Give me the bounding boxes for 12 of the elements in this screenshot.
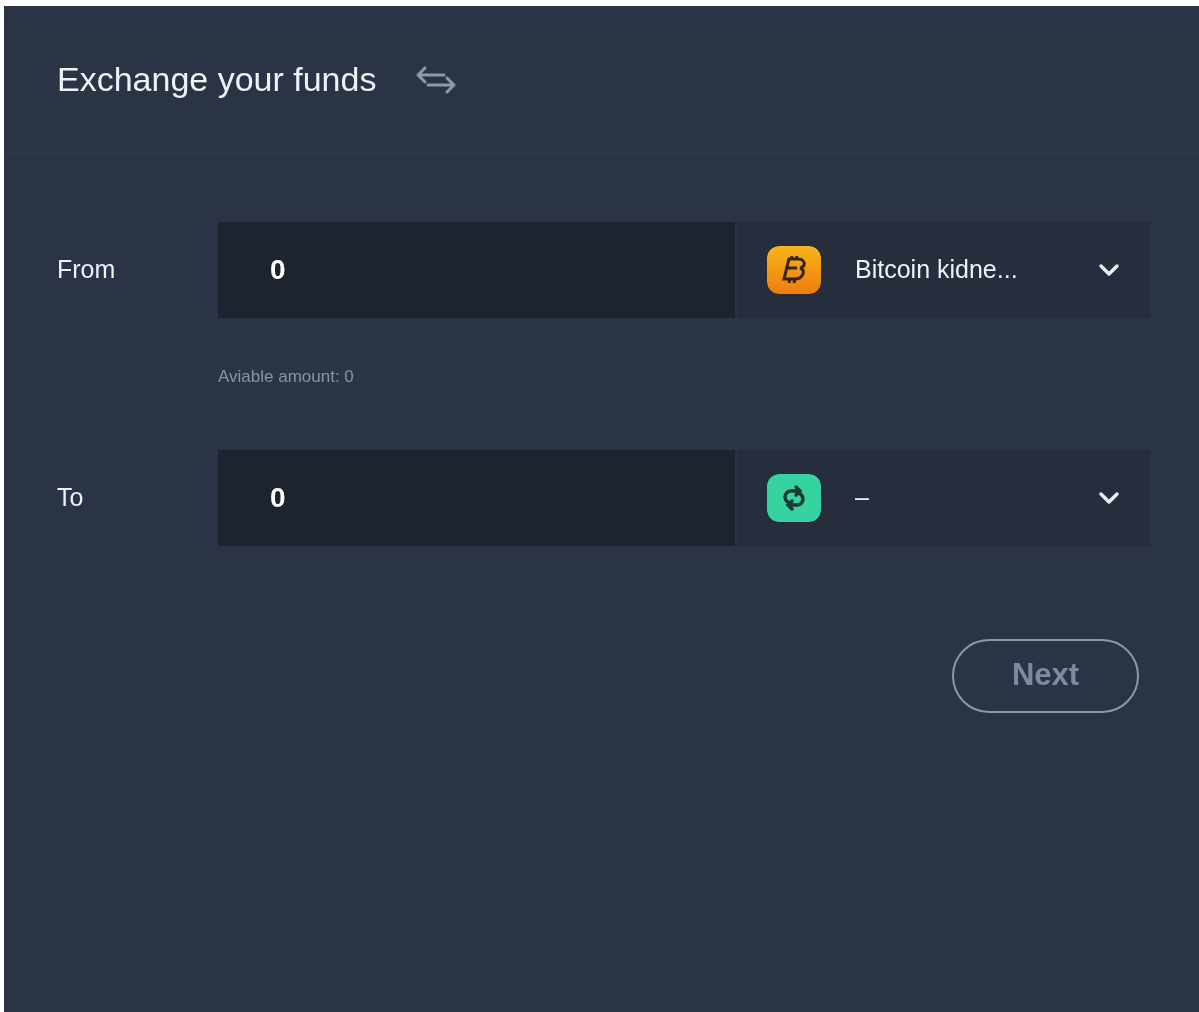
chevron-down-icon [1098, 490, 1120, 505]
bitcoin-icon [767, 246, 821, 294]
panel-title: Exchange your funds [57, 59, 377, 100]
amount-field[interactable]: 0 [218, 222, 735, 318]
field-label: From [57, 254, 117, 286]
amount-field[interactable]: 0 [218, 449, 735, 546]
currency-dropdown[interactable]: Bitcoin kidne... [737, 222, 1150, 318]
available-amount-text: Aviable amount: 0 [218, 366, 355, 388]
exchange-coin-icon [767, 473, 821, 522]
field-label: To [57, 481, 85, 513]
currency-dropdown[interactable]: – [737, 449, 1150, 546]
chevron-down-icon [1098, 263, 1120, 277]
